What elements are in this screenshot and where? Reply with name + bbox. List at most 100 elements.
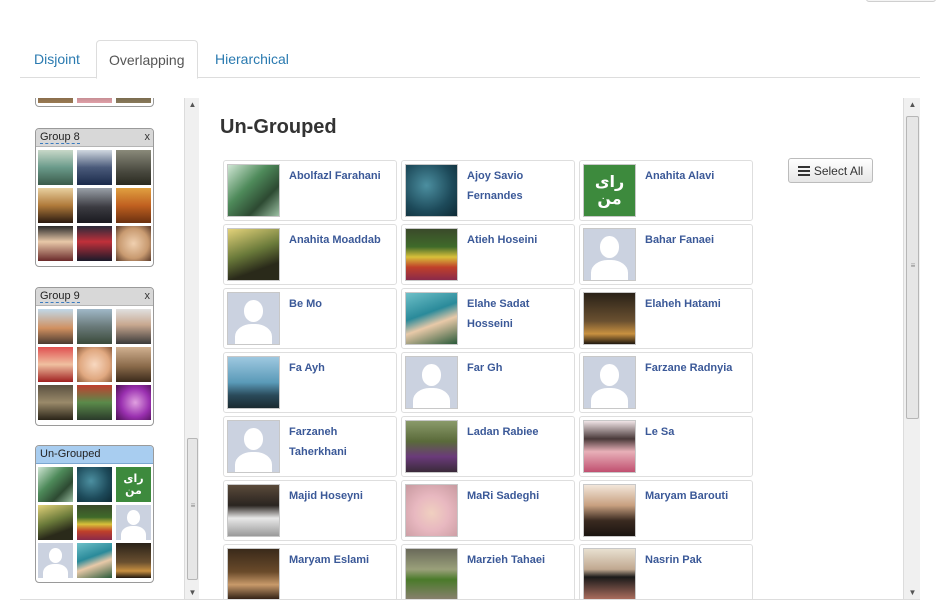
person-photo[interactable]	[583, 548, 636, 600]
person-card[interactable]: Atieh Hoseini	[401, 224, 575, 285]
person-name[interactable]: Elaheh Hatami	[645, 294, 749, 314]
member-thumbnail[interactable]	[77, 150, 112, 185]
member-thumbnail[interactable]	[38, 226, 73, 261]
person-name[interactable]: Maryam Eslami	[289, 550, 393, 570]
person-photo[interactable]	[405, 228, 458, 281]
person-photo[interactable]	[227, 484, 280, 537]
member-thumbnail[interactable]	[77, 98, 112, 103]
person-name[interactable]: Farzaneh Taherkhani	[289, 422, 393, 462]
tab-overlapping[interactable]: Overlapping	[96, 40, 198, 79]
person-card[interactable]: Majid Hoseyni	[223, 480, 397, 541]
member-thumbnail[interactable]	[77, 226, 112, 261]
member-thumbnail[interactable]	[77, 385, 112, 420]
person-name[interactable]: Farzane Radnyia	[645, 358, 749, 378]
person-name[interactable]: Abolfazl Farahani	[289, 166, 393, 186]
member-thumbnail[interactable]	[77, 188, 112, 223]
close-icon[interactable]: x	[145, 290, 151, 302]
person-name[interactable]: Atieh Hoseini	[467, 230, 571, 250]
person-card[interactable]: Elahe Sadat Hosseini	[401, 288, 575, 349]
person-card[interactable]: Be Mo	[223, 288, 397, 349]
group-box-group-8[interactable]: Group 8 x	[35, 128, 154, 267]
person-photo[interactable]	[405, 292, 458, 345]
person-name[interactable]: Marzieh Tahaei	[467, 550, 571, 570]
person-photo[interactable]	[227, 292, 280, 345]
member-thumbnail[interactable]	[38, 98, 73, 103]
member-thumbnail[interactable]	[38, 543, 73, 578]
member-thumbnail[interactable]	[38, 150, 73, 185]
person-photo[interactable]	[583, 420, 636, 473]
group-box-partial[interactable]	[35, 98, 154, 107]
person-card[interactable]: MaRi Sadeghi	[401, 480, 575, 541]
person-photo[interactable]	[227, 548, 280, 600]
person-name[interactable]: Anahita Moaddab	[289, 230, 393, 250]
close-icon[interactable]: x	[145, 131, 151, 143]
member-thumbnail[interactable]: رای من	[116, 467, 151, 502]
person-name[interactable]: Majid Hoseyni	[289, 486, 393, 506]
person-photo[interactable]	[227, 356, 280, 409]
member-thumbnail[interactable]	[116, 505, 151, 540]
member-thumbnail[interactable]	[116, 309, 151, 344]
person-photo[interactable]	[583, 228, 636, 281]
person-name[interactable]: Le Sa	[645, 422, 749, 442]
member-thumbnail[interactable]	[38, 385, 73, 420]
person-card[interactable]: Bahar Fanaei	[579, 224, 753, 285]
group-title[interactable]: Group 8	[40, 131, 80, 144]
scrollbar-thumb[interactable]: ≡	[906, 116, 919, 419]
member-thumbnail[interactable]	[116, 98, 151, 103]
group-box-group-9[interactable]: Group 9 x	[35, 287, 154, 426]
member-thumbnail[interactable]	[116, 347, 151, 382]
person-photo[interactable]: رای من	[583, 164, 636, 217]
person-card[interactable]: Le Sa	[579, 416, 753, 477]
group-title[interactable]: Un-Grouped	[40, 448, 101, 460]
member-thumbnail[interactable]	[38, 347, 73, 382]
group-title[interactable]: Group 9	[40, 290, 80, 303]
scroll-up-arrow-icon[interactable]: ▲	[185, 98, 200, 112]
person-photo[interactable]	[405, 484, 458, 537]
tab-hierarchical[interactable]: Hierarchical	[203, 40, 301, 78]
person-photo[interactable]	[405, 356, 458, 409]
person-name[interactable]: Nasrin Pak	[645, 550, 749, 570]
person-name[interactable]: MaRi Sadeghi	[467, 486, 571, 506]
person-card[interactable]: Abolfazl Farahani	[223, 160, 397, 221]
scroll-down-arrow-icon[interactable]: ▼	[904, 586, 921, 600]
person-card[interactable]: Farzaneh Taherkhani	[223, 416, 397, 477]
person-name[interactable]: Bahar Fanaei	[645, 230, 749, 250]
scroll-up-arrow-icon[interactable]: ▲	[904, 98, 921, 112]
member-thumbnail[interactable]	[77, 347, 112, 382]
person-photo[interactable]	[583, 292, 636, 345]
member-thumbnail[interactable]	[116, 226, 151, 261]
member-thumbnail[interactable]	[116, 150, 151, 185]
person-photo[interactable]	[227, 164, 280, 217]
person-name[interactable]: Fa Ayh	[289, 358, 393, 378]
person-photo[interactable]	[227, 420, 280, 473]
person-name[interactable]: Elahe Sadat Hosseini	[467, 294, 571, 334]
person-photo[interactable]	[405, 420, 458, 473]
member-thumbnail[interactable]	[116, 188, 151, 223]
person-card[interactable]: Maryam Eslami	[223, 544, 397, 600]
member-thumbnail[interactable]	[77, 309, 112, 344]
member-thumbnail[interactable]	[38, 188, 73, 223]
person-card[interactable]: Marzieh Tahaei	[401, 544, 575, 600]
person-card[interactable]: Maryam Barouti	[579, 480, 753, 541]
member-thumbnail[interactable]	[116, 543, 151, 578]
member-thumbnail[interactable]	[77, 505, 112, 540]
person-card[interactable]: Ajoy Savio Fernandes	[401, 160, 575, 221]
person-card[interactable]: Fa Ayh	[223, 352, 397, 413]
group-box-un-grouped[interactable]: Un-Grouped رای من	[35, 445, 154, 583]
person-card[interactable]: Nasrin Pak	[579, 544, 753, 600]
person-card[interactable]: Elaheh Hatami	[579, 288, 753, 349]
member-thumbnail[interactable]	[77, 467, 112, 502]
person-photo[interactable]	[583, 484, 636, 537]
person-card[interactable]: رای من Anahita Alavi	[579, 160, 753, 221]
person-card[interactable]: Anahita Moaddab	[223, 224, 397, 285]
person-photo[interactable]	[405, 548, 458, 600]
person-name[interactable]: Ajoy Savio Fernandes	[467, 166, 571, 206]
person-name[interactable]: Anahita Alavi	[645, 166, 749, 186]
person-name[interactable]: Be Mo	[289, 294, 393, 314]
person-card[interactable]: Farzane Radnyia	[579, 352, 753, 413]
person-name[interactable]: Maryam Barouti	[645, 486, 749, 506]
person-name[interactable]: Far Gh	[467, 358, 571, 378]
scrollbar-thumb[interactable]: ≡	[187, 438, 198, 580]
member-thumbnail[interactable]	[116, 385, 151, 420]
select-all-button[interactable]: Select All	[788, 158, 873, 183]
